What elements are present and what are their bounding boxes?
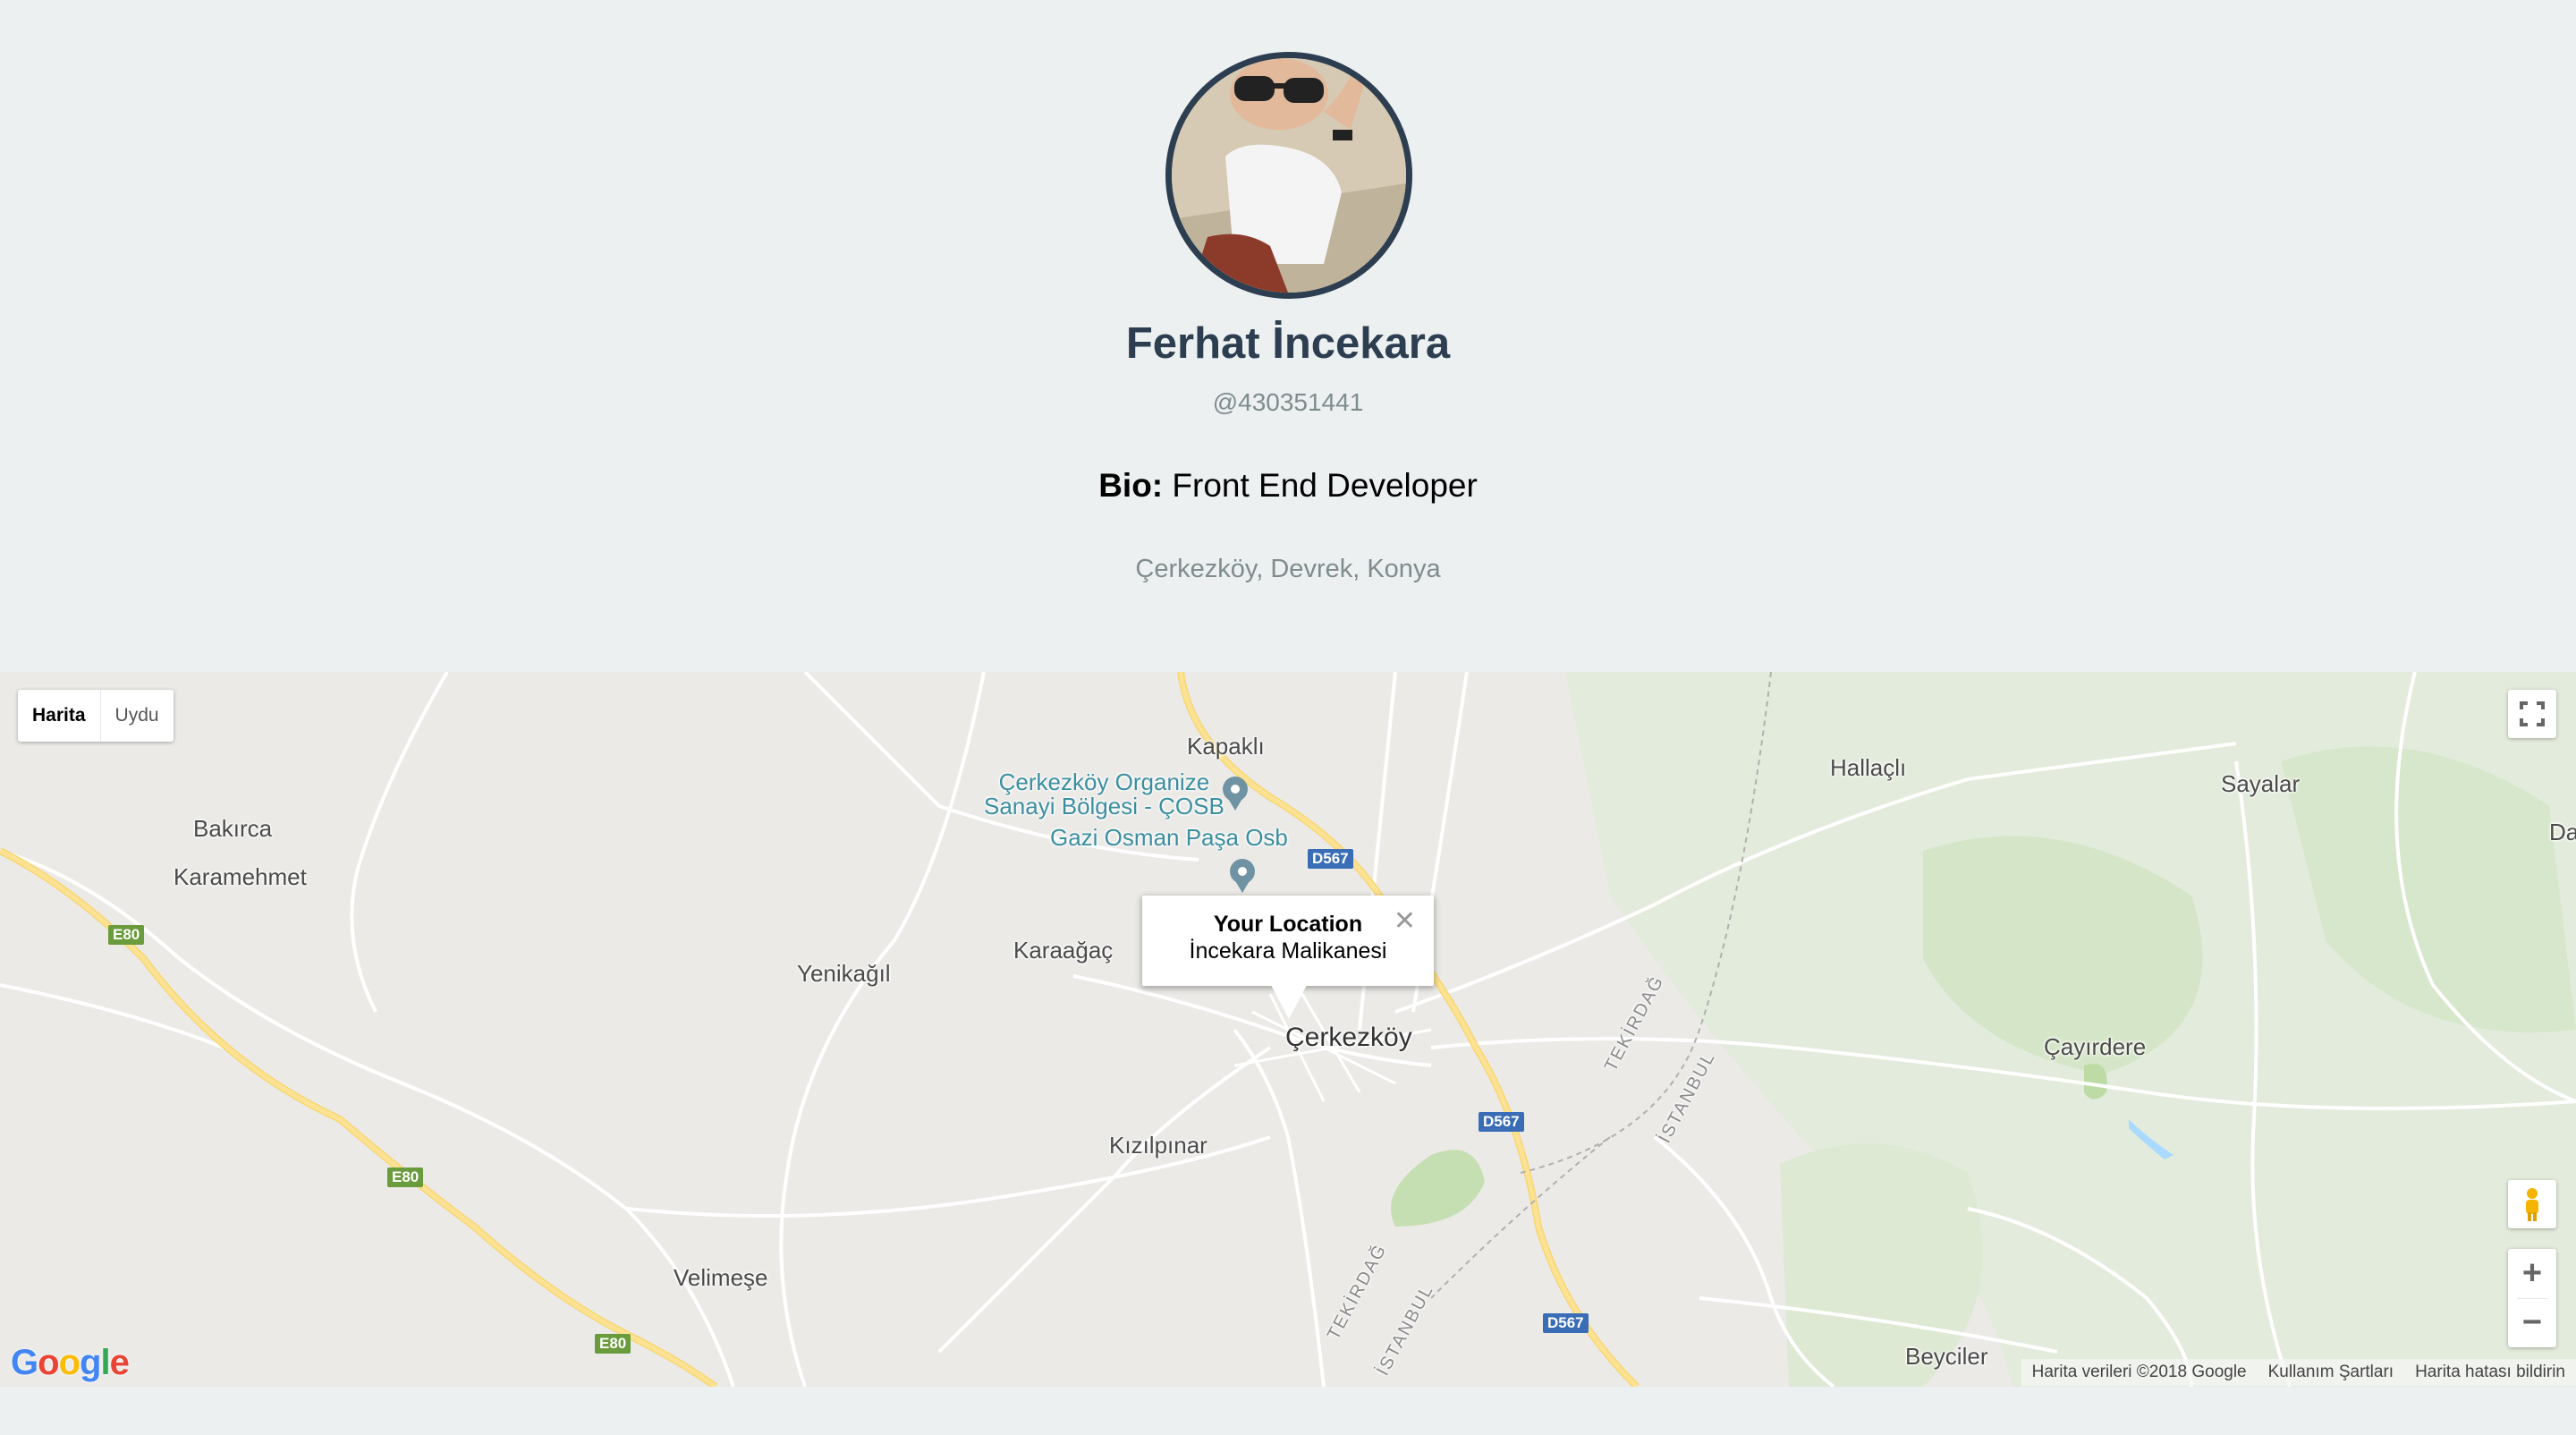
map-type-control[interactable]: Harita Uydu xyxy=(18,690,174,742)
map-label-gazi-osman-pasa: Gazi Osman Paşa Osb xyxy=(1050,824,1288,851)
profile-handle: @430351441 xyxy=(1212,388,1364,416)
map-label-da: Da xyxy=(2549,819,2576,845)
fullscreen-button[interactable] xyxy=(2508,690,2556,738)
road-shield-e80: E80 xyxy=(108,925,145,945)
map-attribution: Harita verileri ©2018 Google Kullanım Şa… xyxy=(2021,1359,2576,1386)
info-window: Your Location İncekara Malikanesi ✕ xyxy=(1142,896,1434,986)
map-label-osb-line1: Çerkezköy Organize xyxy=(998,768,1210,795)
pegman-icon xyxy=(2526,1188,2538,1221)
report-error-link[interactable]: Harita hatası bildirin xyxy=(2404,1359,2576,1386)
road-shield-d567: D567 xyxy=(1479,1112,1524,1132)
info-window-subtitle: İncekara Malikanesi xyxy=(1189,938,1387,964)
road-shield-e80: E80 xyxy=(387,1168,424,1187)
map-type-map-button[interactable]: Harita xyxy=(18,690,101,742)
zoom-out-button[interactable]: − xyxy=(2508,1298,2556,1347)
page-footer-spacer xyxy=(0,1387,2576,1435)
road-shield-d567: D567 xyxy=(1308,849,1353,869)
info-window-close-icon[interactable]: ✕ xyxy=(1394,908,1416,935)
map-label-beyciler: Beyciler xyxy=(1905,1343,1988,1370)
zoom-control[interactable]: + − xyxy=(2508,1249,2556,1347)
info-window-tail xyxy=(1271,985,1307,1019)
bio-label: Bio: xyxy=(1098,467,1164,504)
avatar-photo xyxy=(1172,58,1406,293)
bio-text: Front End Developer xyxy=(1172,467,1478,504)
map-label-cerkezkoy: Çerkezköy xyxy=(1285,1023,1412,1052)
profile-section: Ferhat İncekara @430351441 Bio: Front En… xyxy=(0,0,2576,671)
terms-link[interactable]: Kullanım Şartları xyxy=(2258,1359,2404,1386)
profile-name: Ferhat İncekara xyxy=(1125,319,1451,368)
map-label-karamehmet: Karamehmet xyxy=(174,863,307,890)
map-label-osb-line2: Sanayi Bölgesi - ÇOSB xyxy=(984,793,1224,819)
road-shield-e80: E80 xyxy=(595,1334,631,1354)
map-type-satellite-button[interactable]: Uydu xyxy=(101,690,174,742)
map-label-kizilpinar: Kızılpınar xyxy=(1109,1132,1208,1159)
road-shield-d567: D567 xyxy=(1543,1313,1589,1333)
google-logo[interactable]: Google xyxy=(11,1343,130,1382)
map-label-velimese: Velimeşe xyxy=(674,1264,768,1291)
avatar xyxy=(1165,52,1412,299)
profile-location: Çerkezköy, Devrek, Konya xyxy=(1135,555,1441,583)
map-label-osb: Çerkezköy Organize Sanayi Bölgesi - ÇOSB xyxy=(984,770,1224,819)
map-data-attribution: Harita verileri ©2018 Google xyxy=(2031,1363,2247,1381)
map-label-sayalar: Sayalar xyxy=(2221,770,2301,797)
map[interactable]: Kapaklı Çerkezköy Organize Sanayi Bölgesi… xyxy=(0,672,2576,1387)
zoom-divider xyxy=(2517,1298,2547,1299)
zoom-in-button[interactable]: + xyxy=(2508,1249,2556,1298)
street-view-pegman-button[interactable] xyxy=(2508,1180,2556,1228)
profile-bio: Bio: Front End Developer xyxy=(0,463,2576,509)
map-label-hallacli: Hallaçlı xyxy=(1830,754,1907,781)
map-label-kapakli: Kapaklı xyxy=(1187,733,1265,760)
map-label-bakirca: Bakırca xyxy=(193,815,273,842)
map-label-karaagac: Karaağaç xyxy=(1013,937,1114,964)
map-label-cayirdere: Çayırdere xyxy=(2044,1033,2147,1060)
fullscreen-icon xyxy=(2520,701,2545,726)
info-window-title: Your Location xyxy=(1213,912,1363,937)
map-label-yenikagil: Yenikağıl xyxy=(797,960,891,987)
